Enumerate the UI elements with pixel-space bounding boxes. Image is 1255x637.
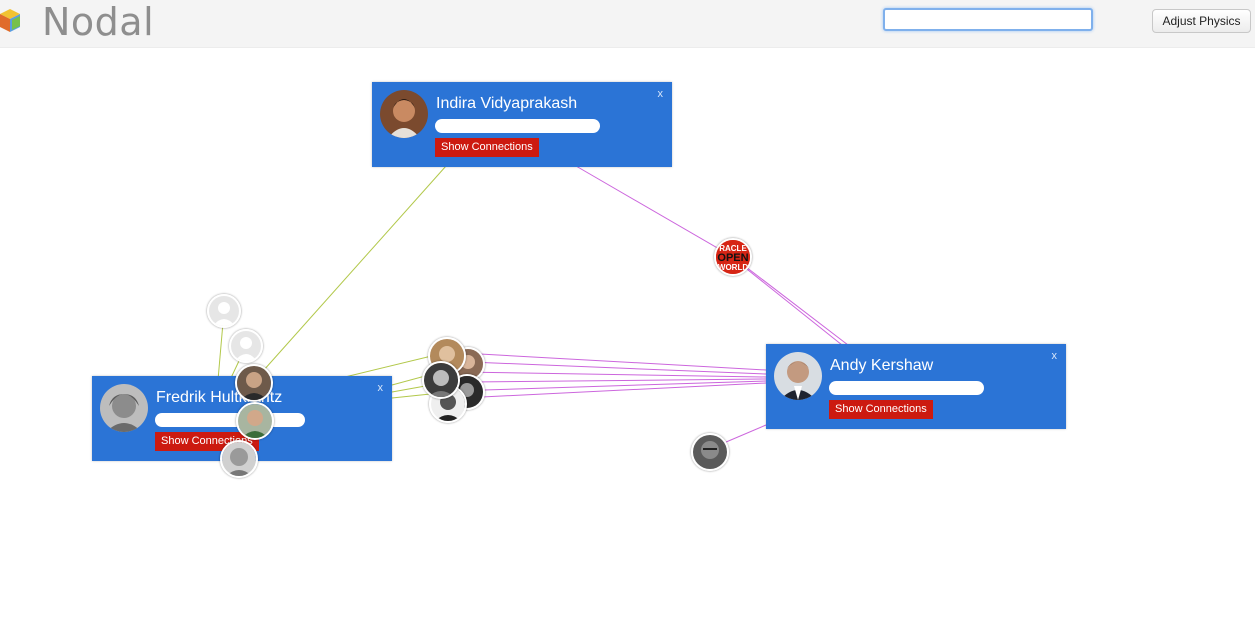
close-icon[interactable]: x xyxy=(658,88,664,100)
person-node[interactable] xyxy=(235,364,273,402)
person-node[interactable] xyxy=(422,361,460,399)
redacted-title xyxy=(829,381,984,395)
default-user-icon xyxy=(209,296,239,326)
oracle-openworld-node[interactable]: RACLE OPEN WORLD xyxy=(714,238,752,276)
edge xyxy=(575,165,734,258)
person-node[interactable] xyxy=(220,440,258,478)
person-node[interactable] xyxy=(691,433,729,471)
edge xyxy=(479,353,767,371)
edge xyxy=(459,371,767,378)
close-icon[interactable]: x xyxy=(1052,350,1058,362)
person-name: Andy Kershaw xyxy=(830,357,934,374)
default-user-icon xyxy=(231,331,261,361)
person-node-placeholder[interactable] xyxy=(229,329,263,363)
edge xyxy=(737,261,843,346)
edge xyxy=(254,165,447,381)
edge xyxy=(469,378,767,383)
redacted-title xyxy=(435,119,600,133)
svg-text:WORLD: WORLD xyxy=(718,263,748,272)
event-logo-icon: RACLE OPEN WORLD xyxy=(716,240,750,274)
person-node[interactable] xyxy=(236,402,274,440)
edge xyxy=(732,256,849,346)
show-connections-button[interactable]: Show Connections xyxy=(435,138,539,157)
avatar xyxy=(380,90,428,138)
person-card-indira[interactable]: Indira Vidyaprakash Show Connections x xyxy=(372,82,672,167)
show-connections-button[interactable]: Show Connections xyxy=(829,400,933,419)
edge xyxy=(461,382,767,399)
person-name: Indira Vidyaprakash xyxy=(436,95,578,112)
redacted-title xyxy=(155,413,305,427)
avatar xyxy=(774,352,822,400)
avatar xyxy=(100,384,148,432)
person-card-andy[interactable]: Andy Kershaw Show Connections x xyxy=(766,344,1066,429)
close-icon[interactable]: x xyxy=(378,382,384,394)
person-node-placeholder[interactable] xyxy=(207,294,241,328)
